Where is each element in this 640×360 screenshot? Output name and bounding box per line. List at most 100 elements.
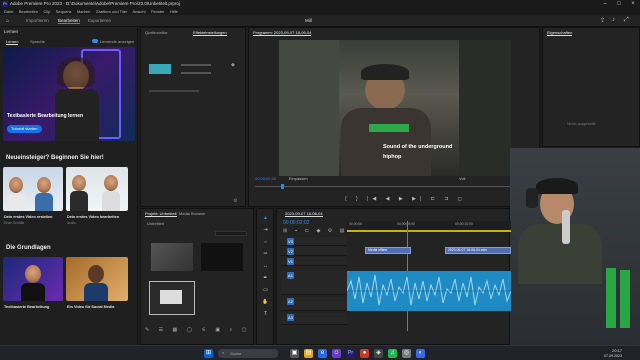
maximize-icon[interactable]: □ <box>612 0 626 8</box>
track-label[interactable]: V1 <box>287 258 294 265</box>
keyframe-icon[interactable]: ◆ <box>231 62 235 68</box>
timeline-tab[interactable]: 2023-09-07 18-06-04 <box>285 211 323 217</box>
properties-panel: Eigenschaften Nichts ausgewählt <box>542 27 640 147</box>
app-icon[interactable]: ◎ <box>402 349 411 358</box>
premiere-logo-icon: Pr <box>2 1 8 7</box>
track-label[interactable]: V3 <box>287 238 294 245</box>
hero-card[interactable]: Textbasierte Bearbeitung lernen Tutorial… <box>3 47 135 141</box>
razor-icon[interactable]: ✂ <box>262 251 269 257</box>
tutorial-start-button[interactable]: Tutorial starten <box>7 125 42 133</box>
toggle-label: Lernende anzeigen <box>100 39 135 44</box>
person-face <box>88 265 104 283</box>
program-title[interactable]: Programm: 2023-09-07 18-06-04 <box>253 30 312 36</box>
card-thumb-4[interactable] <box>66 257 128 301</box>
fullscreen-icon[interactable]: ⤢ <box>624 17 629 24</box>
project-search-input[interactable] <box>215 231 247 236</box>
card-thumb-1[interactable] <box>3 167 63 211</box>
zoom-select[interactable]: Einpassen <box>289 176 308 181</box>
program-panel: Programm: 2023-09-07 18-06-04 Sound of t… <box>248 27 540 207</box>
media-thumb-video[interactable] <box>151 243 193 271</box>
tab-source-monitor[interactable]: Quellmonitor <box>145 30 168 35</box>
workspace-export[interactable]: Exportieren <box>88 18 111 23</box>
streamer-body <box>518 224 602 284</box>
track-select-icon[interactable]: ⇥ <box>262 227 269 233</box>
track-label[interactable]: A3 <box>287 314 294 321</box>
caption-line-2: hiphop <box>383 154 402 160</box>
type-icon[interactable]: T <box>262 311 269 317</box>
hand-icon[interactable]: ✋ <box>262 299 269 305</box>
tab-effect-controls[interactable]: Effekteinstellungen <box>193 30 227 36</box>
menu-help[interactable]: Hilfe <box>170 8 178 15</box>
timeline-panel: 2023-09-07 18-06-04 00;00;02;02 ⊞ ⌁ ⊏ ◆ … <box>276 208 511 345</box>
transport-controls[interactable]: { } |◀ ◀ ▶ ▶| ⊏ ⊐ ◻ <box>345 196 466 202</box>
quality-select[interactable]: Voll <box>459 176 465 181</box>
discord-icon[interactable]: ☺ <box>332 349 341 358</box>
menu-view[interactable]: Ansicht <box>132 8 145 15</box>
menu-sequence[interactable]: Sequenz <box>56 8 72 15</box>
menu-window[interactable]: Fenster <box>151 8 165 15</box>
workspace-edit[interactable]: Bearbeiten <box>58 18 80 24</box>
notification-icon[interactable]: ♪ <box>612 17 615 23</box>
toggle-switch[interactable] <box>92 39 98 43</box>
tab-learn[interactable]: Lernen <box>6 39 19 45</box>
clock-date: 07.09.2023 <box>604 354 622 358</box>
video-clip-offline[interactable]: Media offline <box>365 247 411 254</box>
tab-project[interactable]: Projekt: Unbetitelt <box>145 211 177 217</box>
windows-start-icon[interactable]: ⊞ <box>204 349 213 358</box>
tab-media-browser[interactable]: Media Browser <box>179 211 206 216</box>
track-label[interactable]: V2 <box>287 248 294 255</box>
sequence-icon <box>160 290 182 304</box>
audio-clip[interactable] <box>347 271 511 311</box>
track-label[interactable]: A2 <box>287 298 294 305</box>
menu-file[interactable]: Datei <box>4 8 13 15</box>
selection-tool-icon[interactable]: ▲ <box>262 215 269 221</box>
close-icon[interactable]: × <box>626 0 640 8</box>
work-area-bar[interactable] <box>347 230 511 232</box>
effect-line <box>181 72 211 74</box>
spotify-icon[interactable]: ♫ <box>388 349 397 358</box>
menu-edit[interactable]: Bearbeiten <box>19 8 38 15</box>
slip-icon[interactable]: ↔ <box>262 263 269 269</box>
task-view-icon[interactable]: ▣ <box>290 349 299 358</box>
track-label[interactable]: A1 <box>287 272 294 279</box>
menu-clip[interactable]: Clip <box>43 8 50 15</box>
menu-markers[interactable]: Marken <box>77 8 90 15</box>
app-icon[interactable]: ◐ <box>416 349 425 358</box>
ripple-edit-icon[interactable]: ⇔ <box>262 239 269 245</box>
scrub-bar[interactable] <box>255 186 535 187</box>
person-shirt <box>21 283 45 301</box>
presenter-hair <box>57 57 95 87</box>
menu-graphics[interactable]: Grafiken und Titel <box>96 8 127 15</box>
timeline-toolbar[interactable]: ⊞ ⌁ ⊏ ◆ ⚙ ▤ <box>283 228 347 234</box>
tools-panel: ▲ ⇥ ⇔ ✂ ↔ ✒ ▭ ✋ T <box>256 208 274 345</box>
taskbar-search[interactable]: ⌕ Suche <box>218 349 278 358</box>
app-icon[interactable]: ◈ <box>374 349 383 358</box>
premiere-taskbar-icon[interactable]: Pr <box>346 349 355 358</box>
time-ruler[interactable]: 00;00;00 00;00;05;00 00;00;10;00 <box>347 221 511 233</box>
media-thumb-sequence[interactable] <box>149 281 195 315</box>
card-sub-1: Erste Schritte <box>4 221 25 225</box>
home-icon[interactable]: ⌂ <box>6 18 9 24</box>
settings-icon[interactable]: ⚙ <box>233 198 237 204</box>
project-toolbar[interactable]: ✎ ☰ ▦ ◯ ⚟ ▣ ⌕ ▢ <box>145 327 250 333</box>
pen-icon[interactable]: ✒ <box>262 275 269 281</box>
playhead[interactable] <box>281 184 284 189</box>
workspace-import[interactable]: Importieren <box>26 18 49 23</box>
media-thumb-black[interactable] <box>201 243 243 271</box>
minimize-icon[interactable]: – <box>598 0 612 8</box>
video-clip-main[interactable]: 2023-09-07 18-06-04.mkv <box>445 247 511 254</box>
person-shirt <box>70 191 88 211</box>
file-explorer-icon[interactable]: ▤ <box>304 349 313 358</box>
obs-icon[interactable]: ● <box>360 349 369 358</box>
edge-icon[interactable]: e <box>318 349 327 358</box>
tab-language[interactable]: Sprache <box>30 39 45 44</box>
person-shirt <box>84 283 108 301</box>
rectangle-icon[interactable]: ▭ <box>262 287 269 293</box>
timeline-timecode[interactable]: 00;00;02;02 <box>283 220 309 226</box>
card-thumb-3[interactable] <box>3 257 63 301</box>
share-icon[interactable]: ⇪ <box>600 17 605 24</box>
card-thumb-2[interactable] <box>66 167 128 211</box>
program-timecode[interactable]: 00;00;02;02 <box>255 176 276 181</box>
search-icon: ⌕ <box>222 350 225 355</box>
properties-title[interactable]: Eigenschaften <box>547 30 573 36</box>
